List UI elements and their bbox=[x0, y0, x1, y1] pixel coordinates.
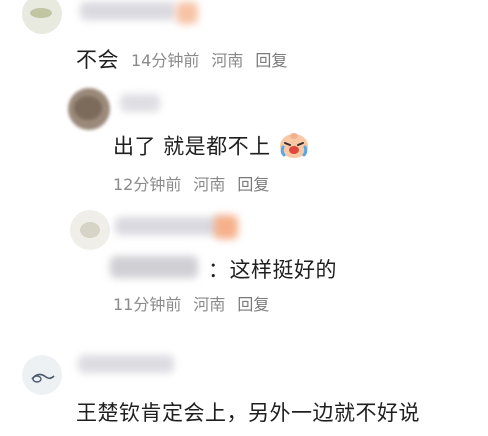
comment-time: 11分钟前 bbox=[113, 295, 182, 314]
avatar[interactable] bbox=[70, 210, 110, 250]
blurred-badge bbox=[214, 215, 238, 239]
avatar[interactable] bbox=[22, 355, 62, 395]
avatar-sketch-icon bbox=[31, 373, 55, 383]
comment-text: 不会 bbox=[76, 48, 119, 72]
comment-meta: 14分钟前 河南 回复 bbox=[131, 47, 299, 71]
comment-meta: 12分钟前 河南 回复 bbox=[113, 171, 281, 195]
reply-button[interactable]: 回复 bbox=[237, 295, 269, 314]
blurred-username bbox=[80, 2, 176, 20]
reply-text: ：这样挺好的 bbox=[208, 258, 337, 282]
comment-text: 出了 就是都不上 bbox=[113, 130, 310, 165]
avatar[interactable] bbox=[68, 88, 110, 130]
comment-text: 王楚钦肯定会上，另外一边就不好说 bbox=[76, 401, 420, 425]
reply-button[interactable]: 回复 bbox=[255, 51, 287, 70]
comment-time: 14分钟前 bbox=[131, 51, 200, 70]
blurred-badge bbox=[176, 2, 198, 24]
blurred-username bbox=[78, 355, 174, 373]
avatar[interactable] bbox=[22, 0, 62, 34]
comment-meta: 11分钟前 河南 回复 bbox=[113, 291, 281, 315]
comment-location: 河南 bbox=[211, 51, 244, 70]
comment-location: 河南 bbox=[193, 175, 226, 194]
crying-laughing-face-icon bbox=[278, 130, 310, 165]
comment-location: 河南 bbox=[193, 295, 226, 314]
blurred-username bbox=[115, 217, 223, 235]
blurred-username bbox=[120, 94, 160, 112]
comment-time: 12分钟前 bbox=[113, 175, 182, 194]
reply-button[interactable]: 回复 bbox=[237, 175, 269, 194]
blurred-mention bbox=[110, 256, 198, 278]
